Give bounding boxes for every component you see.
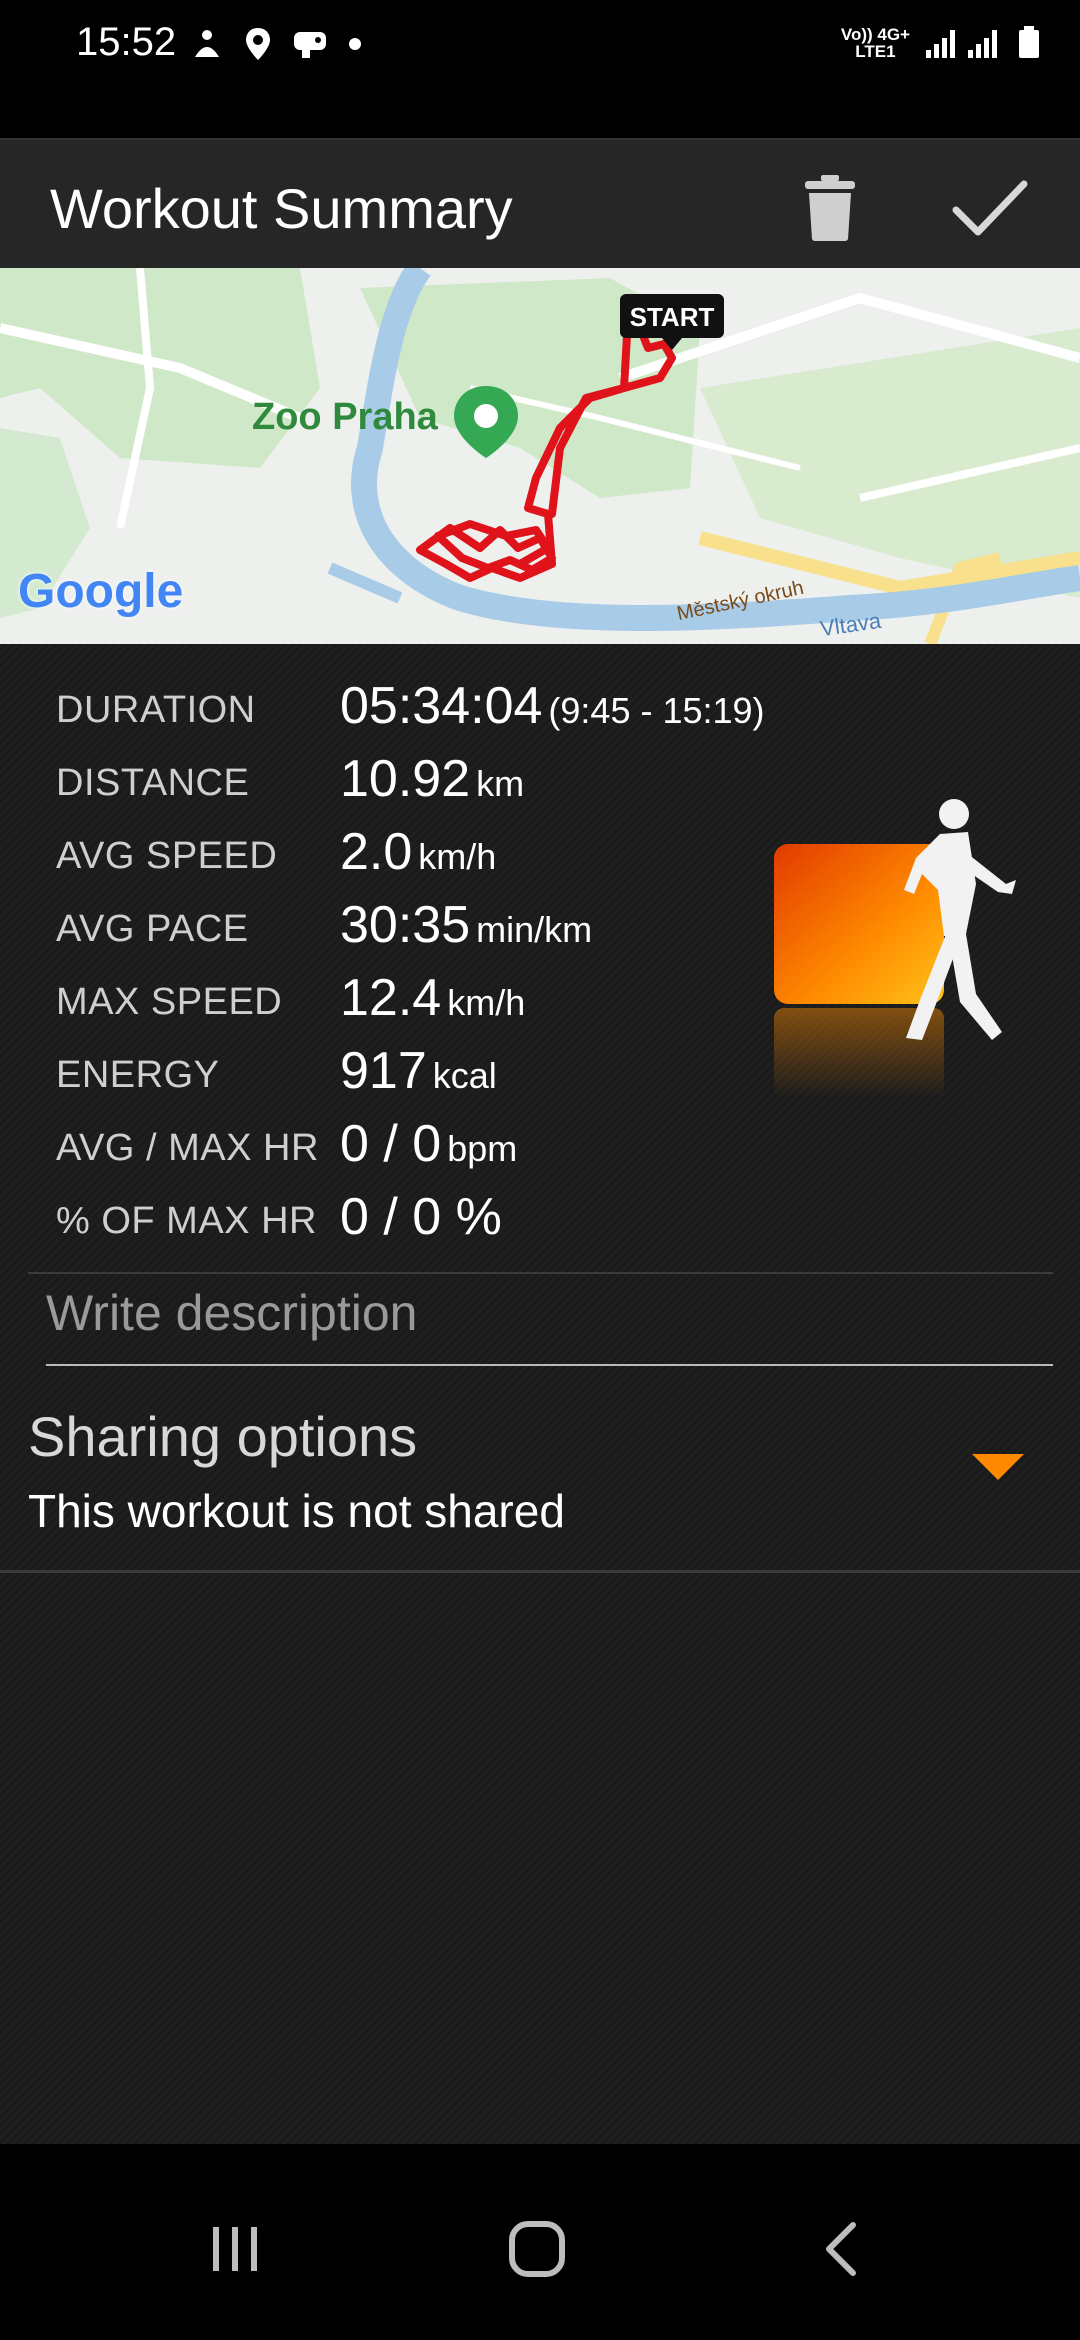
home-button[interactable] bbox=[492, 2204, 582, 2294]
stat-label: DURATION bbox=[56, 689, 256, 731]
stat-label: MAX SPEED bbox=[56, 981, 283, 1023]
divider bbox=[0, 1570, 1080, 1573]
stat-value: 0 / 0 bpm bbox=[340, 1115, 518, 1173]
stat-max-hr-percent: % OF MAX HR 0 / 0 % bbox=[56, 1188, 756, 1251]
description-underline bbox=[46, 1364, 1053, 1366]
home-icon bbox=[509, 2221, 565, 2277]
dropdown-arrow-icon[interactable] bbox=[972, 1454, 1024, 1480]
back-button[interactable] bbox=[796, 2204, 886, 2294]
check-icon bbox=[952, 180, 1028, 236]
stat-avg-pace: AVG PACE 30:35 min/km bbox=[56, 896, 756, 959]
stat-distance: DISTANCE 10.92 km bbox=[56, 750, 756, 813]
sharing-status: This workout is not shared bbox=[28, 1485, 565, 1537]
back-icon bbox=[826, 2222, 856, 2276]
google-logo: Google bbox=[18, 565, 184, 618]
stat-energy: ENERGY 917 kcal bbox=[56, 1042, 756, 1105]
description-input[interactable]: Write description bbox=[46, 1284, 417, 1342]
recent-apps-button[interactable] bbox=[190, 2204, 280, 2294]
status-icons-right: Vo)) 4G+ LTE1 bbox=[841, 26, 1040, 60]
workout-summary-panel: DURATION 05:34:04 (9:45 - 15:19) DISTANCE… bbox=[0, 644, 1080, 2144]
stat-value: 917 kcal bbox=[340, 1042, 497, 1100]
walking-sport-icon bbox=[774, 799, 1016, 1098]
stat-label: DISTANCE bbox=[56, 762, 250, 804]
divider bbox=[28, 1272, 1053, 1274]
stat-label: AVG SPEED bbox=[56, 835, 278, 877]
stat-label: AVG / MAX HR bbox=[56, 1127, 319, 1169]
stat-heart-rate: AVG / MAX HR 0 / 0 bpm bbox=[56, 1115, 756, 1178]
signal-icon bbox=[926, 30, 997, 58]
network-indicator: Vo)) 4G+ LTE1 bbox=[840, 25, 910, 61]
sharing-options-title: Sharing options bbox=[28, 1405, 418, 1468]
route-map[interactable]: Zoo Praha START Google Městský okruh Vlt… bbox=[0, 268, 1080, 644]
recent-apps-icon bbox=[213, 2227, 257, 2271]
game-icon bbox=[294, 32, 326, 58]
stat-label: % OF MAX HR bbox=[56, 1200, 317, 1242]
stat-value: 30:35 min/km bbox=[340, 896, 593, 954]
status-bar: 15:52 Vo)) 4G+ LTE1 bbox=[0, 0, 1080, 138]
stat-avg-speed: AVG SPEED 2.0 km/h bbox=[56, 823, 756, 886]
stat-label: ENERGY bbox=[56, 1054, 220, 1096]
trash-icon bbox=[805, 175, 855, 241]
pocket-cast-icon bbox=[195, 30, 219, 57]
start-marker-label: START bbox=[629, 302, 715, 332]
map-place-label: Zoo Praha bbox=[252, 396, 438, 438]
status-icons-left bbox=[190, 26, 362, 62]
stat-value: 0 / 0 % bbox=[340, 1188, 502, 1246]
page-title: Workout Summary bbox=[50, 177, 513, 240]
app-bar: Workout Summary bbox=[0, 138, 1080, 270]
delete-button[interactable] bbox=[790, 168, 870, 248]
location-icon bbox=[246, 28, 270, 60]
stat-duration: DURATION 05:34:04 (9:45 - 15:19) bbox=[56, 677, 765, 740]
stat-value: 10.92 km bbox=[340, 750, 525, 808]
stat-value: 05:34:04 (9:45 - 15:19) bbox=[340, 677, 765, 735]
system-nav-bar bbox=[0, 2144, 1080, 2340]
stat-value: 2.0 km/h bbox=[340, 823, 497, 881]
stat-value: 12.4 km/h bbox=[340, 969, 526, 1027]
dot-icon bbox=[349, 38, 361, 50]
status-time: 15:52 bbox=[76, 20, 177, 64]
confirm-button[interactable] bbox=[950, 168, 1030, 248]
stat-max-speed: MAX SPEED 12.4 km/h bbox=[56, 969, 756, 1032]
stat-label: AVG PACE bbox=[56, 908, 249, 950]
battery-icon bbox=[1019, 26, 1039, 58]
